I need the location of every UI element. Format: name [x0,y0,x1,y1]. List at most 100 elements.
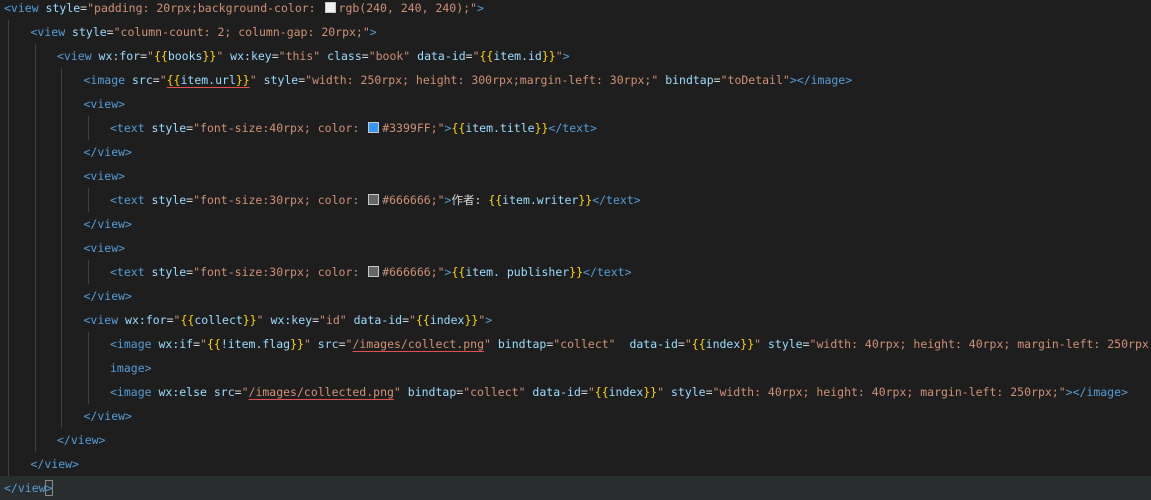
code-token: "font-size:30rpx; color: [193,193,367,207]
code-token: " [555,49,563,63]
color-swatch-icon[interactable] [368,266,380,277]
code-line[interactable]: <image wx:else src="/images/collected.pn… [0,380,1151,404]
code-token: " [159,73,167,87]
code-token: style [664,385,706,399]
code-token: <view> [83,97,126,111]
code-text: <text style="font-size:30rpx; color: #66… [110,188,641,212]
code-token: "id" [319,313,347,327]
code-token: " [303,337,311,351]
code-token: data-id [346,313,403,327]
code-text: </view> [84,140,132,164]
code-line[interactable]: </view> [0,404,1151,428]
code-line[interactable]: <view wx:for="{{collect}}" wx:key="id" d… [0,308,1151,332]
code-token: <text [110,121,145,135]
code-token: {{ [206,337,221,351]
code-line[interactable]: image> [0,356,1151,380]
code-token: = [152,73,160,87]
indent-guide [8,116,9,140]
code-token: {{ [180,313,195,327]
code-token: = [140,49,148,63]
code-token: </view> [57,433,106,447]
indent-guide [8,212,9,236]
code-line[interactable]: </view> [0,428,1151,452]
code-token: = [361,49,369,63]
indent-guide [61,68,62,92]
code-token: {{ [691,337,706,351]
code-token: data-id [525,385,581,399]
color-swatch-icon[interactable] [368,122,380,133]
code-line[interactable]: <view> [0,92,1151,116]
code-line[interactable]: </view> [0,212,1151,236]
code-line[interactable]: </view> [0,284,1151,308]
code-token: </view> [83,289,132,303]
code-token: style [144,265,187,279]
code-token: style [65,25,107,39]
code-line[interactable]: <image src="{{item.url}}" style="width: … [0,68,1151,92]
code-token: data-id [615,337,678,351]
code-token: > [44,480,54,496]
code-line[interactable]: <text style="font-size:30rpx; color: #66… [0,260,1151,284]
code-token: <view [4,1,39,15]
code-token: "book" [368,49,411,63]
indent-guide [34,260,36,284]
indent-guide [8,332,9,356]
code-token: " [393,385,401,399]
color-swatch-icon[interactable] [324,2,336,13]
code-token: {{ [488,193,503,207]
code-token: "padding: 20rpx;background-color: [87,1,323,15]
code-token: > [485,313,493,327]
code-line[interactable]: </view> [0,452,1151,476]
code-token: <view [57,49,92,63]
code-token: }} [541,49,556,63]
indent-guide [8,188,9,212]
code-token: !item.flag [220,337,291,351]
code-token: books [167,49,203,63]
code-line[interactable]: <view wx:for="{{books}}" wx:key="this" c… [0,44,1151,68]
indent-guide [61,236,62,260]
color-swatch-icon[interactable] [368,194,380,205]
code-line[interactable]: <text style="font-size:40rpx; color: #33… [0,116,1151,140]
code-token: " [657,385,665,399]
code-token: "width: 40rpx; height: 40rpx; margin-lef… [712,385,1066,399]
code-token: }} [464,313,479,327]
code-token: <image [110,337,152,351]
code-token: bindtap [658,73,714,87]
code-line[interactable]: <view> [0,164,1151,188]
code-token: #666666;" [382,265,445,279]
code-token: " [472,49,480,63]
indent-guide [34,92,36,116]
code-line[interactable]: </view> [0,476,1151,500]
code-editor[interactable]: <view style="padding: 20rpx;background-c… [0,0,1151,500]
code-token: = [166,313,174,327]
code-text: </view> [4,476,54,500]
code-line[interactable]: <view style="padding: 20rpx;background-c… [0,0,1151,20]
code-text: <view style="padding: 20rpx;background-c… [4,0,484,20]
code-line[interactable]: <image wx:if="{{!item.flag}}" src="/imag… [0,332,1151,356]
code-line[interactable]: <view> [0,236,1151,260]
code-line[interactable]: </view> [0,140,1151,164]
code-token: = [338,337,346,351]
code-token: }} [740,337,755,351]
code-token: wx:for [91,49,141,63]
code-token: }} [534,121,549,135]
code-token: ></image> [1065,385,1128,399]
code-token: = [271,49,279,63]
code-text: <view wx:for="{{books}}" wx:key="this" c… [57,44,570,68]
indent-guide [8,452,9,476]
code-token: = [106,25,114,39]
code-token: " [256,313,264,327]
code-token: }} [578,193,593,207]
code-token: style [38,1,81,15]
code-token: {{ [451,121,466,135]
code-token: </text> [592,193,641,207]
code-line[interactable]: <text style="font-size:30rpx; color: #66… [0,188,1151,212]
code-token: = [193,337,201,351]
code-text: image> [110,356,152,380]
code-token: " [684,337,692,351]
code-token: src [310,337,339,351]
code-token: "toDetail" [720,73,790,87]
code-line[interactable]: <view style="column-count: 2; column-gap… [0,20,1151,44]
code-token: item.id [493,49,542,63]
code-token: bindtap [490,337,547,351]
indent-guide [34,356,36,380]
